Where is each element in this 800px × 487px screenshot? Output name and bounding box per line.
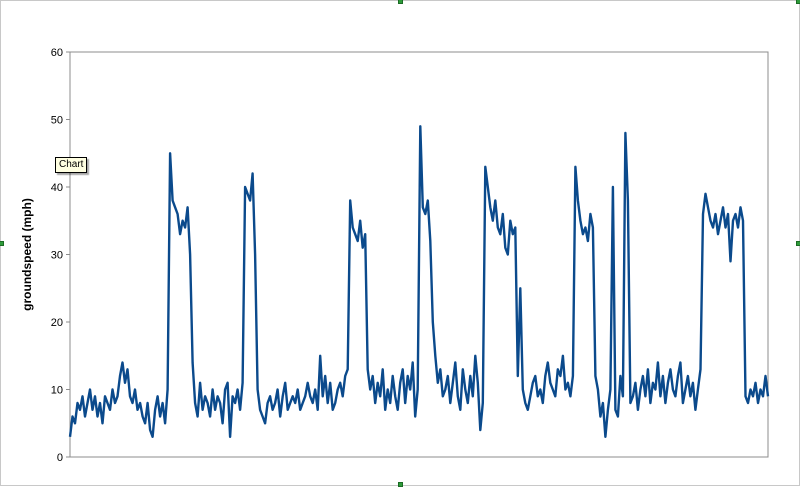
series-line-groundspeed bbox=[68, 125, 770, 438]
y-tick-label: 30 bbox=[51, 250, 63, 262]
resize-handle-top-right[interactable] bbox=[796, 0, 800, 4]
resize-handle-bottom[interactable] bbox=[398, 482, 403, 487]
resize-handle-right[interactable] bbox=[796, 241, 800, 246]
y-tick-label: 10 bbox=[51, 385, 63, 397]
y-axis-ticks: 0 10 20 30 40 50 60 bbox=[51, 47, 70, 464]
y-tick-label: 0 bbox=[57, 452, 63, 464]
chart-svg: 0 10 20 30 40 50 60 groundspeed (mph) bbox=[20, 47, 770, 464]
y-tick-label: 50 bbox=[51, 115, 63, 127]
chart-area[interactable]: 0 10 20 30 40 50 60 groundspeed (mph) Chart bbox=[0, 0, 800, 487]
y-tick-label: 60 bbox=[51, 47, 63, 59]
resize-handle-left[interactable] bbox=[0, 241, 4, 246]
y-tick-label: 20 bbox=[51, 317, 63, 329]
resize-handle-top[interactable] bbox=[398, 0, 403, 4]
chart-tooltip: Chart bbox=[55, 157, 88, 173]
y-tick-label: 40 bbox=[51, 182, 63, 194]
y-axis-title: groundspeed (mph) bbox=[20, 198, 34, 311]
